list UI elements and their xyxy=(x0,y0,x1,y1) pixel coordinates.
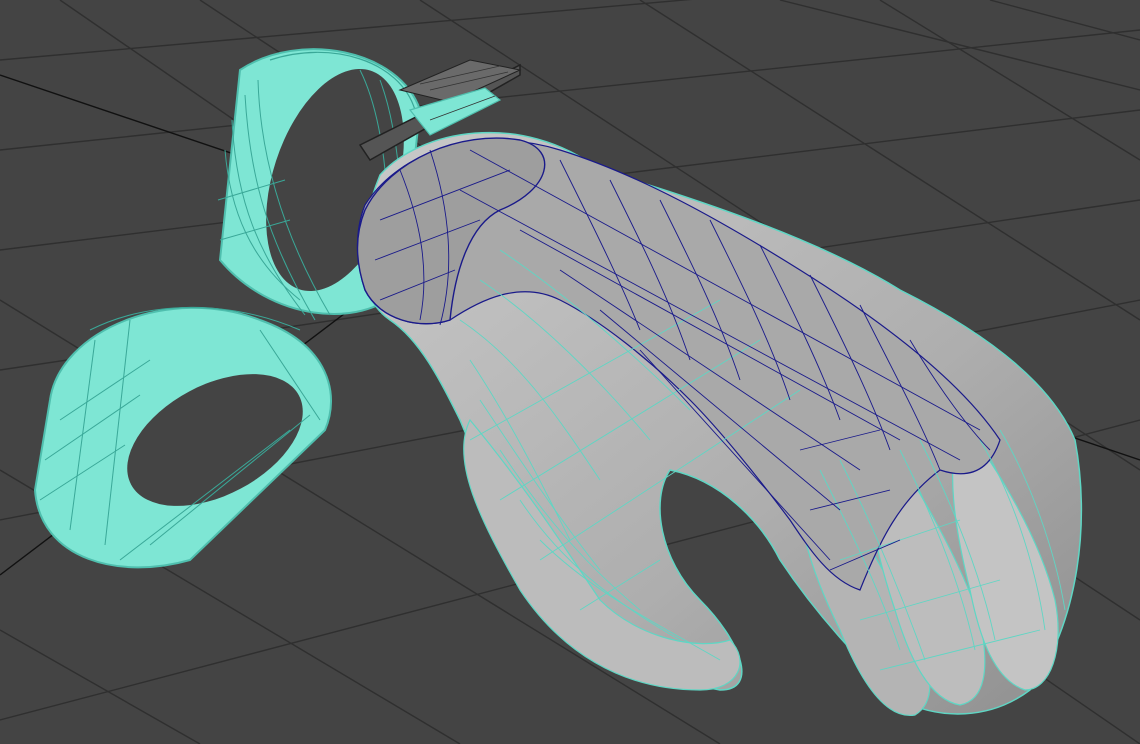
wrist-band-lower[interactable] xyxy=(33,306,332,569)
viewport-scene[interactable] xyxy=(0,0,1140,744)
3d-viewport[interactable] xyxy=(0,0,1140,744)
glove-hand-mesh[interactable] xyxy=(356,131,1083,716)
